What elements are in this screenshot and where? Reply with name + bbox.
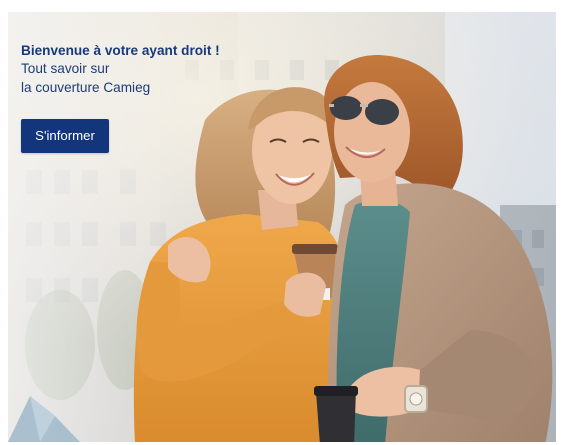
promo-text-block: Bienvenue à votre ayant droit ! Tout sav… [21, 42, 301, 97]
promo-subtitle-line-1: Tout savoir sur [21, 61, 110, 76]
promo-banner: Bienvenue à votre ayant droit ! Tout sav… [0, 0, 563, 445]
promo-title: Bienvenue à votre ayant droit ! [21, 43, 220, 58]
s-informer-button[interactable]: S'informer [21, 119, 109, 153]
promo-subtitle-line-2: la couverture Camieg [21, 80, 151, 95]
